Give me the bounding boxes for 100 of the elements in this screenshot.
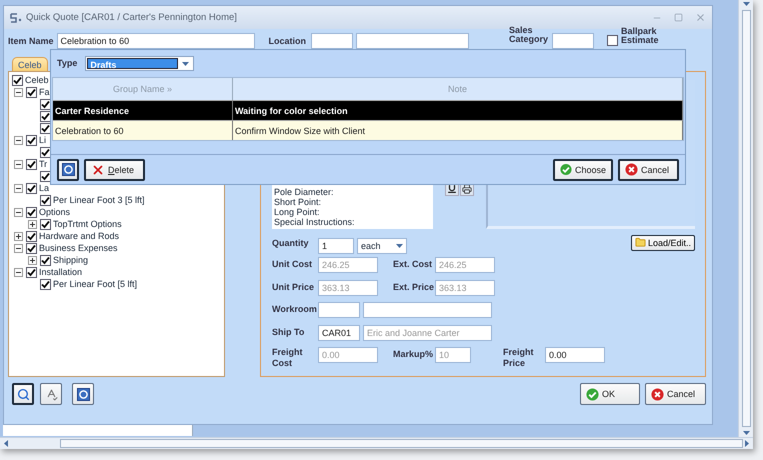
- check-icon: [560, 163, 572, 176]
- text-field[interactable]: Celebration to 60: [56, 33, 255, 49]
- help-icon: [62, 163, 74, 176]
- search-button[interactable]: [12, 383, 34, 405]
- spellcheck-icon: [44, 388, 58, 400]
- checkbox[interactable]: [607, 35, 618, 46]
- tree-checkbox[interactable]: [40, 110, 51, 122]
- collapse-icon[interactable]: [14, 268, 23, 276]
- tree-checkbox[interactable]: [40, 146, 51, 158]
- collapse-icon[interactable]: [14, 184, 23, 192]
- scrollbar-thumb[interactable]: [60, 439, 743, 448]
- cancel-icon: [651, 388, 664, 400]
- text-field[interactable]: 0.00: [545, 347, 605, 364]
- field-label: Unit Cost: [272, 258, 313, 270]
- tree-checkbox[interactable]: [12, 74, 23, 86]
- tree-item[interactable]: TopTrtmt Options: [53, 219, 122, 229]
- delete-icon: [91, 162, 105, 176]
- tree-checkbox[interactable]: [26, 266, 37, 278]
- caret-icon: [396, 244, 403, 248]
- help-button[interactable]: [57, 158, 79, 180]
- tree-checkbox[interactable]: [40, 218, 51, 230]
- tree-checkbox[interactable]: [40, 122, 51, 134]
- help-button[interactable]: [72, 383, 94, 405]
- cancel-button[interactable]: Cancel: [645, 383, 706, 405]
- tree-item[interactable]: Celeb: [25, 75, 49, 85]
- tree-checkbox[interactable]: [26, 158, 37, 170]
- tree-item[interactable]: Options: [39, 207, 70, 217]
- collapse-icon[interactable]: [14, 136, 23, 144]
- field-label: Ext. Cost: [393, 258, 434, 270]
- expand-icon[interactable]: [28, 256, 37, 264]
- expand-icon[interactable]: [28, 220, 37, 228]
- folder-icon: [634, 237, 646, 248]
- choose-button[interactable]: Choose: [553, 158, 613, 180]
- text-field[interactable]: [318, 302, 360, 318]
- tree-item[interactable]: Li: [39, 135, 46, 145]
- tree-checkbox[interactable]: [26, 182, 37, 194]
- scroll-left-icon[interactable]: [4, 440, 8, 447]
- collapse-icon[interactable]: [14, 160, 23, 168]
- tree-checkbox[interactable]: [40, 98, 51, 110]
- tree-checkbox[interactable]: [26, 206, 37, 218]
- text-field[interactable]: [363, 302, 492, 318]
- unit-dropdown[interactable]: each: [357, 238, 407, 254]
- field-label: Type: [57, 58, 78, 69]
- cancel-button[interactable]: Cancel: [618, 158, 679, 180]
- tree-checkbox[interactable]: [40, 170, 51, 182]
- collapse-icon[interactable]: [14, 208, 23, 216]
- field-label: Freight Cost: [272, 347, 304, 369]
- table-cell[interactable]: Celebration to 60: [53, 120, 233, 140]
- tree-item[interactable]: Per Linear Foot 3 [5 lft]: [53, 195, 145, 205]
- tree-checkbox[interactable]: [40, 194, 51, 206]
- load-edit-button[interactable]: Load/Edit..: [630, 234, 695, 251]
- scroll-down-icon[interactable]: [742, 431, 750, 435]
- tree-checkbox[interactable]: [26, 86, 37, 98]
- field-label: Markup%: [393, 348, 434, 360]
- tree-item[interactable]: Per Linear Foot [5 lft]: [53, 279, 138, 289]
- ok-button[interactable]: OK: [580, 383, 640, 405]
- field-label: Location: [268, 35, 306, 47]
- field-label: Unit Price: [272, 280, 316, 292]
- text-field[interactable]: [311, 33, 354, 49]
- field-label: Freight Price: [503, 347, 534, 369]
- tree-checkbox[interactable]: [40, 254, 51, 266]
- cancel-icon: [625, 163, 638, 176]
- table-cell[interactable]: Carter Residence: [53, 100, 233, 120]
- app-logo-icon: [10, 12, 22, 22]
- tree-item[interactable]: Hardware and Rods: [39, 231, 120, 241]
- text-field[interactable]: CAR01: [318, 324, 360, 341]
- checkbox-label: Ballpark Estimate: [621, 27, 660, 46]
- spellcheck-button[interactable]: [40, 383, 62, 405]
- text-field[interactable]: 1: [318, 238, 354, 254]
- field-label: Item Name: [8, 35, 54, 47]
- tree-item[interactable]: Business Expenses: [39, 243, 118, 253]
- caret-icon: [182, 62, 189, 66]
- tree-item[interactable]: Fa: [39, 87, 50, 97]
- text-field[interactable]: [356, 33, 470, 49]
- delete-button[interactable]: Delete: [84, 158, 145, 180]
- scrollbar-thumb[interactable]: [742, 10, 750, 427]
- tree-item[interactable]: Shipping: [53, 255, 88, 265]
- scroll-right-icon[interactable]: [745, 440, 749, 447]
- tree-item[interactable]: La: [39, 183, 50, 193]
- tree-checkbox[interactable]: [26, 242, 37, 254]
- check-icon: [586, 388, 599, 400]
- text-field[interactable]: [552, 33, 594, 49]
- field-label: Ext. Price: [393, 280, 435, 292]
- tree-checkbox[interactable]: [26, 134, 37, 146]
- help-icon: [76, 388, 90, 400]
- window-title: Quick Quote [CAR01 / Carter's Pennington Home]: [26, 12, 238, 23]
- collapse-icon[interactable]: [14, 244, 23, 252]
- tab[interactable]: Celeb: [12, 57, 48, 71]
- table-cell[interactable]: Confirm Window Size with Client: [233, 120, 683, 140]
- caret-icon: [742, 2, 750, 6]
- tree-checkbox[interactable]: [26, 230, 37, 242]
- field-label: Quantity: [272, 236, 310, 248]
- table-cell[interactable]: Waiting for color selection: [233, 100, 683, 120]
- tree-item[interactable]: Tr: [39, 159, 48, 169]
- tree-checkbox[interactable]: [40, 278, 51, 290]
- field-label: Ship To: [272, 326, 306, 338]
- collapse-icon[interactable]: [14, 88, 23, 96]
- tree-item[interactable]: Installation: [39, 267, 82, 277]
- field-label: Sales Category: [509, 26, 550, 45]
- expand-icon[interactable]: [14, 232, 23, 240]
